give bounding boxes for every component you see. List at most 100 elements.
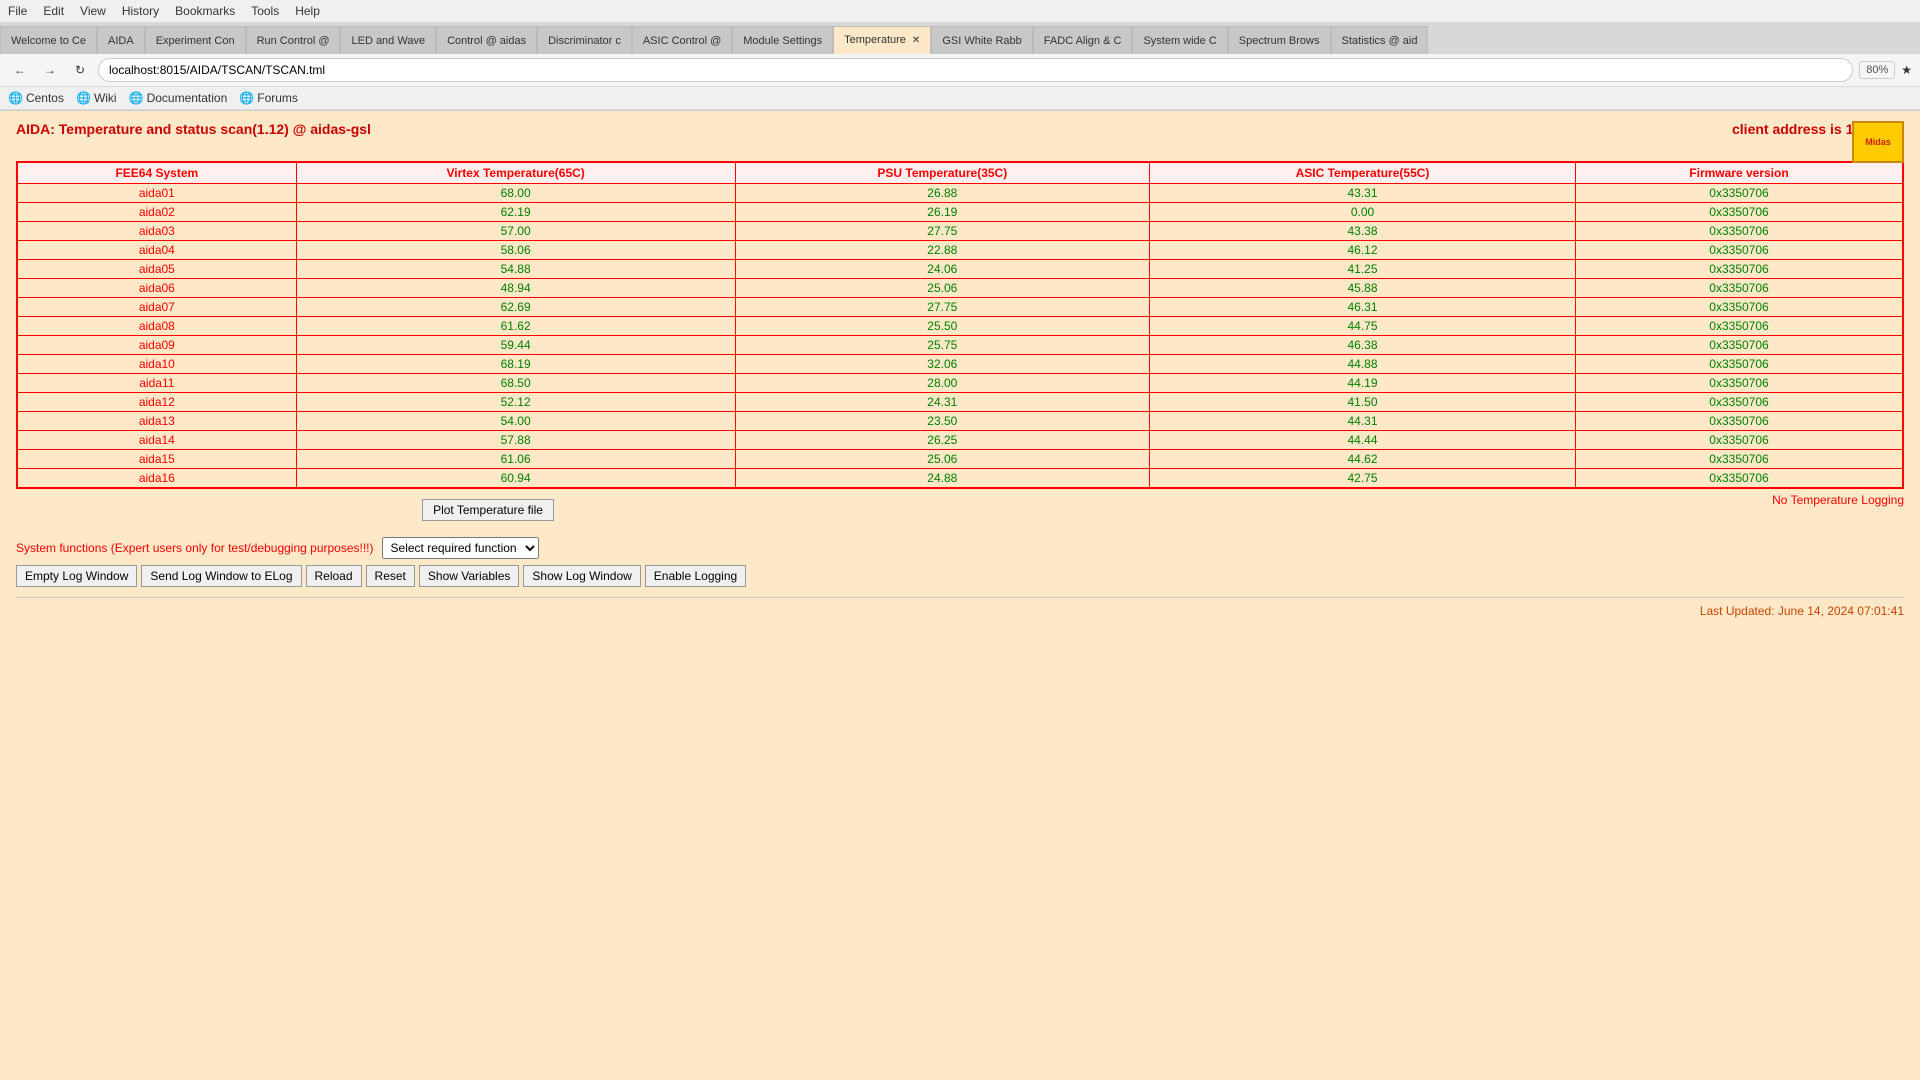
cell-asic: 41.25 (1150, 260, 1576, 279)
menu-view[interactable]: View (80, 4, 106, 18)
enable-logging-button[interactable]: Enable Logging (645, 565, 746, 587)
cell-name: aida12 (17, 393, 296, 412)
cell-firmware: 0x3350706 (1575, 184, 1903, 203)
last-updated: Last Updated: June 14, 2024 07:01:41 (16, 597, 1904, 618)
table-row: aida07 62.69 27.75 46.31 0x3350706 (17, 298, 1903, 317)
send-log-button[interactable]: Send Log Window to ELog (141, 565, 301, 587)
cell-virtex: 57.00 (296, 222, 735, 241)
cell-name: aida14 (17, 431, 296, 450)
menu-help[interactable]: Help (295, 4, 320, 18)
table-row: aida12 52.12 24.31 41.50 0x3350706 (17, 393, 1903, 412)
menu-edit[interactable]: Edit (43, 4, 64, 18)
table-row: aida01 68.00 26.88 43.31 0x3350706 (17, 184, 1903, 203)
cell-firmware: 0x3350706 (1575, 336, 1903, 355)
empty-log-button[interactable]: Empty Log Window (16, 565, 137, 587)
cell-virtex: 58.06 (296, 241, 735, 260)
tab-runcontrol[interactable]: Run Control @ (246, 26, 341, 54)
tab-temperature[interactable]: Temperature ✕ (833, 26, 931, 54)
cell-name: aida08 (17, 317, 296, 336)
cell-asic: 44.44 (1150, 431, 1576, 450)
temperature-table: FEE64 System Virtex Temperature(65C) PSU… (16, 161, 1904, 489)
cell-virtex: 54.88 (296, 260, 735, 279)
menu-bookmarks[interactable]: Bookmarks (175, 4, 235, 18)
col-header-virtex: Virtex Temperature(65C) (296, 162, 735, 184)
col-header-psu: PSU Temperature(35C) (735, 162, 1149, 184)
col-header-asic: ASIC Temperature(55C) (1150, 162, 1576, 184)
show-log-button[interactable]: Show Log Window (523, 565, 640, 587)
forward-button[interactable]: → (38, 58, 62, 82)
tab-module[interactable]: Module Settings (732, 26, 833, 54)
col-header-firmware: Firmware version (1575, 162, 1903, 184)
tab-fadc[interactable]: FADC Align & C (1033, 26, 1133, 54)
cell-name: aida15 (17, 450, 296, 469)
cell-firmware: 0x3350706 (1575, 469, 1903, 489)
bookmark-wiki[interactable]: 🌐 Wiki (76, 91, 117, 105)
table-row: aida09 59.44 25.75 46.38 0x3350706 (17, 336, 1903, 355)
cell-virtex: 57.88 (296, 431, 735, 450)
tab-control[interactable]: Control @ aidas (436, 26, 537, 54)
cell-firmware: 0x3350706 (1575, 279, 1903, 298)
cell-asic: 44.62 (1150, 450, 1576, 469)
tab-welcome[interactable]: Welcome to Ce (0, 26, 97, 54)
back-button[interactable]: ← (8, 58, 32, 82)
menu-file[interactable]: File (8, 4, 27, 18)
page-content: AIDA: Temperature and status scan(1.12) … (0, 111, 1920, 1011)
show-variables-button[interactable]: Show Variables (419, 565, 520, 587)
cell-firmware: 0x3350706 (1575, 241, 1903, 260)
url-input[interactable] (98, 58, 1853, 82)
bookmark-icon[interactable]: ★ (1901, 63, 1912, 77)
cell-name: aida02 (17, 203, 296, 222)
reset-button[interactable]: Reset (366, 565, 415, 587)
address-bar: ← → ↻ 80% ★ (0, 54, 1920, 87)
cell-asic: 44.75 (1150, 317, 1576, 336)
bookmark-centos[interactable]: 🌐 Centos (8, 91, 64, 105)
tab-discriminator[interactable]: Discriminator c (537, 26, 632, 54)
cell-asic: 46.12 (1150, 241, 1576, 260)
table-row: aida15 61.06 25.06 44.62 0x3350706 (17, 450, 1903, 469)
cell-firmware: 0x3350706 (1575, 355, 1903, 374)
table-row: aida14 57.88 26.25 44.44 0x3350706 (17, 431, 1903, 450)
tab-statistics[interactable]: Statistics @ aid (1331, 26, 1429, 54)
reload-button[interactable]: ↻ (68, 58, 92, 82)
tab-experiment[interactable]: Experiment Con (145, 26, 246, 54)
page-title: AIDA: Temperature and status scan(1.12) … (16, 121, 371, 137)
plot-temperature-button[interactable]: Plot Temperature file (422, 499, 554, 521)
cell-virtex: 62.69 (296, 298, 735, 317)
cell-firmware: 0x3350706 (1575, 317, 1903, 336)
tab-led[interactable]: LED and Wave (340, 26, 436, 54)
cell-name: aida05 (17, 260, 296, 279)
cell-virtex: 59.44 (296, 336, 735, 355)
cell-name: aida01 (17, 184, 296, 203)
tab-syswide[interactable]: System wide C (1132, 26, 1227, 54)
cell-psu: 25.50 (735, 317, 1149, 336)
cell-psu: 25.75 (735, 336, 1149, 355)
cell-virtex: 68.19 (296, 355, 735, 374)
tab-asic[interactable]: ASIC Control @ (632, 26, 732, 54)
bookmark-documentation[interactable]: 🌐 Documentation (129, 91, 228, 105)
bookmark-forums[interactable]: 🌐 Forums (239, 91, 298, 105)
cell-asic: 43.38 (1150, 222, 1576, 241)
sys-functions-row: System functions (Expert users only for … (16, 537, 1904, 559)
cell-name: aida09 (17, 336, 296, 355)
menu-tools[interactable]: Tools (251, 4, 279, 18)
cell-asic: 0.00 (1150, 203, 1576, 222)
cell-asic: 44.31 (1150, 412, 1576, 431)
cell-firmware: 0x3350706 (1575, 298, 1903, 317)
cell-name: aida06 (17, 279, 296, 298)
cell-psu: 32.06 (735, 355, 1149, 374)
cell-name: aida04 (17, 241, 296, 260)
cell-asic: 46.31 (1150, 298, 1576, 317)
table-row: aida06 48.94 25.06 45.88 0x3350706 (17, 279, 1903, 298)
function-select[interactable]: Select required function (382, 537, 539, 559)
cell-firmware: 0x3350706 (1575, 412, 1903, 431)
cell-name: aida13 (17, 412, 296, 431)
cell-virtex: 60.94 (296, 469, 735, 489)
tab-spectrum[interactable]: Spectrum Brows (1228, 26, 1331, 54)
reload-button[interactable]: Reload (306, 565, 362, 587)
cell-psu: 24.88 (735, 469, 1149, 489)
tab-aida[interactable]: AIDA (97, 26, 145, 54)
cell-name: aida03 (17, 222, 296, 241)
menu-history[interactable]: History (122, 4, 159, 18)
cell-firmware: 0x3350706 (1575, 260, 1903, 279)
tab-gsi[interactable]: GSI White Rabb (931, 26, 1032, 54)
